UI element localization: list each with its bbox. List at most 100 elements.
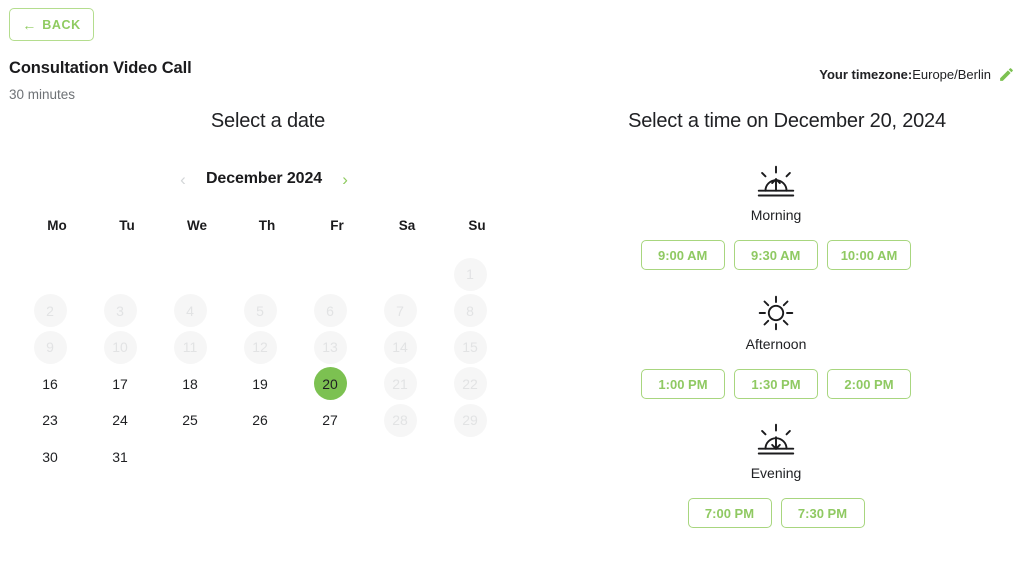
back-button[interactable]: ← BACK — [9, 8, 94, 41]
time-slot-row: 7:00 PM 7:30 PM — [528, 498, 1024, 528]
time-section-label: Afternoon — [745, 336, 807, 352]
calendar-day-19[interactable]: 19 — [244, 367, 277, 400]
calendar-day-1: 1 — [453, 257, 487, 291]
calendar-day-cell: 23 — [15, 402, 85, 439]
time-slot-10-00-am[interactable]: 10:00 AM — [826, 240, 912, 270]
calendar-day-cell: 3 — [85, 293, 155, 330]
weekday-label-tu: Tu — [119, 218, 135, 233]
calendar-day-cell: 8 — [435, 293, 505, 330]
calendar-day-26[interactable]: 26 — [244, 404, 277, 437]
calendar-day-cell: 6 — [295, 293, 365, 330]
calendar-day-cell: 29 — [435, 402, 505, 439]
time-sections: Morning 9:00 AM 9:30 AM 10:00 AM Afternoon 1:… — [528, 161, 1024, 528]
calendar-day-cell: 19 — [225, 366, 295, 403]
calendar-day-cell: 17 — [85, 366, 155, 403]
calendar-days-grid: 1 2 3 4 5 6 7 8 9 10 11 12 13 14 15 16 17 18 19 20 21 22 23 24 2… — [15, 256, 528, 475]
calendar-day-cell: 5 — [225, 293, 295, 330]
time-section-morning: Morning 9:00 AM 9:30 AM 10:00 AM — [528, 161, 1024, 270]
weekday-label-fr: Fr — [330, 218, 344, 233]
calendar-panel: Select a date ‹ December 2024 › Mo Tu We Th… — [0, 110, 528, 580]
time-slot-2-00-pm[interactable]: 2:00 PM — [827, 369, 911, 399]
calendar-day-18[interactable]: 18 — [174, 367, 207, 400]
time-slot-1-30-pm[interactable]: 1:30 PM — [734, 369, 818, 399]
calendar-day-12: 12 — [243, 330, 277, 364]
calendar-day-cell: 12 — [225, 329, 295, 366]
calendar-heading: Select a date — [210, 110, 326, 132]
time-slots-panel: Select a time on December 20, 2024 Morni… — [528, 110, 1024, 580]
calendar-day-cell: 7 — [365, 293, 435, 330]
time-slot-9-30-am[interactable]: 9:30 AM — [733, 240, 818, 270]
calendar-day-cell: 4 — [155, 293, 225, 330]
calendar-day-cell: 25 — [155, 402, 225, 439]
calendar-day-7: 7 — [383, 294, 417, 328]
calendar-day-28: 28 — [383, 403, 417, 437]
calendar-day-cell: 26 — [225, 402, 295, 439]
chevron-right-icon[interactable]: › — [336, 170, 354, 188]
calendar-day-17[interactable]: 17 — [104, 367, 137, 400]
timezone-display: Your timezone:Europe/Berlin — [819, 66, 1015, 83]
calendar-day-4: 4 — [173, 294, 207, 328]
calendar-day-30[interactable]: 30 — [34, 440, 67, 473]
weekday-header-row: Mo Tu We Th Fr Sa Su — [22, 218, 528, 233]
time-slot-7-30-pm[interactable]: 7:30 PM — [780, 498, 865, 528]
calendar-day-22: 22 — [453, 367, 487, 401]
time-slot-9-00-am[interactable]: 9:00 AM — [640, 240, 725, 270]
calendar-day-21: 21 — [383, 367, 417, 401]
calendar-day-27[interactable]: 27 — [314, 404, 347, 437]
calendar-day-31[interactable]: 31 — [104, 440, 137, 473]
weekday-label-mo: Mo — [47, 218, 67, 233]
back-button-label: BACK — [42, 17, 81, 32]
event-duration: 30 minutes — [9, 87, 76, 102]
weekday-label-we: We — [186, 218, 207, 233]
calendar-day-15: 15 — [453, 330, 487, 364]
timezone-label: Your timezone: — [819, 67, 913, 82]
page-title: Consultation Video Call — [9, 59, 192, 77]
calendar-day-cell: 13 — [295, 329, 365, 366]
weekday-label-th: Th — [258, 218, 276, 233]
calendar-day-5: 5 — [243, 294, 277, 328]
time-slot-7-00-pm[interactable]: 7:00 PM — [687, 498, 772, 528]
calendar-day-11: 11 — [173, 330, 207, 364]
sunset-icon — [757, 423, 795, 455]
calendar-day-cell: 9 — [15, 329, 85, 366]
calendar-day-cell: 18 — [155, 366, 225, 403]
month-label: December 2024 — [205, 170, 323, 187]
calendar-day-3: 3 — [103, 294, 137, 328]
calendar-day-cell: 15 — [435, 329, 505, 366]
calendar-day-24[interactable]: 24 — [104, 404, 137, 437]
calendar-day-13: 13 — [313, 330, 347, 364]
booking-page: ← BACK Consultation Video Call 30 minute… — [0, 0, 1024, 580]
calendar-day-6: 6 — [313, 294, 347, 328]
calendar-day-9: 9 — [33, 330, 67, 364]
arrow-left-icon: ← — [22, 16, 37, 33]
chevron-left-icon[interactable]: ‹ — [174, 170, 192, 188]
time-section-label: Evening — [750, 465, 802, 481]
calendar-day-cell: 14 — [365, 329, 435, 366]
calendar-day-25[interactable]: 25 — [174, 404, 207, 437]
weekday-label-sa: Sa — [398, 218, 416, 233]
calendar-day-cell: 2 — [15, 293, 85, 330]
calendar-day-2: 2 — [33, 294, 67, 328]
time-slot-row: 9:00 AM 9:30 AM 10:00 AM — [528, 240, 1024, 270]
calendar-day-cell: 28 — [365, 402, 435, 439]
timezone-text: Your timezone:Europe/Berlin — [819, 67, 991, 82]
calendar-day-cell: 21 — [365, 366, 435, 403]
time-slot-row: 1:00 PM 1:30 PM 2:00 PM — [528, 369, 1024, 399]
calendar-day-20[interactable]: 20 — [313, 367, 347, 401]
sun-icon — [758, 295, 794, 331]
sunrise-icon — [757, 165, 795, 197]
timezone-value: Europe/Berlin — [912, 67, 991, 82]
calendar-day-cell: 30 — [15, 439, 85, 476]
weekday-label-su: Su — [468, 218, 486, 233]
calendar-day-16[interactable]: 16 — [34, 367, 67, 400]
calendar-day-cell: 10 — [85, 329, 155, 366]
pencil-edit-icon[interactable] — [998, 66, 1015, 83]
time-slot-1-00-pm[interactable]: 1:00 PM — [641, 369, 725, 399]
calendar-day-23[interactable]: 23 — [34, 404, 67, 437]
calendar-day-cell: 11 — [155, 329, 225, 366]
calendar-day-8: 8 — [453, 294, 487, 328]
time-panel-heading: Select a time on December 20, 2024 — [628, 110, 946, 132]
calendar-day-cell: 1 — [435, 256, 505, 293]
calendar-day-cell: 20 — [295, 366, 365, 403]
calendar-day-cell: 22 — [435, 366, 505, 403]
